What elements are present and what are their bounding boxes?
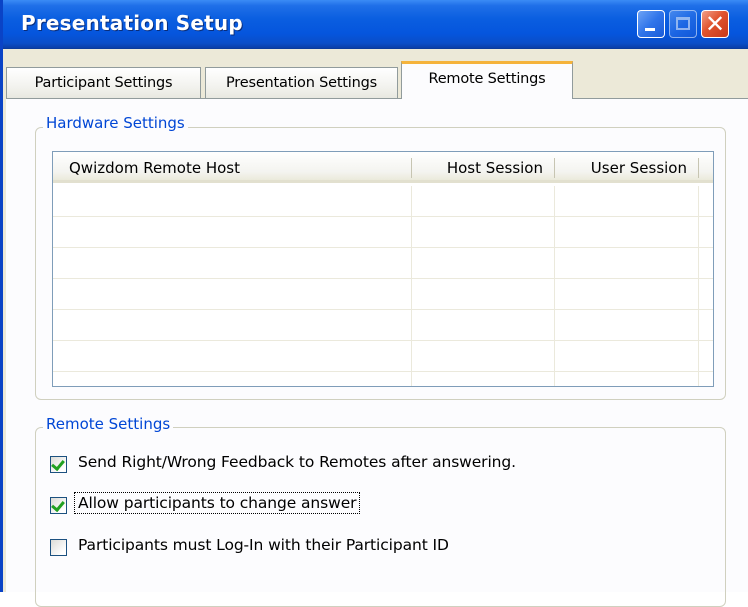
table-row — [53, 248, 713, 279]
table-cell — [53, 217, 412, 248]
checkmark-icon — [51, 456, 65, 472]
table-cell — [53, 372, 412, 386]
table-cell — [53, 310, 412, 341]
maximize-icon — [676, 17, 690, 30]
checkmark-icon — [51, 497, 65, 513]
send-feedback-label[interactable]: Send Right/Wrong Feedback to Remotes aft… — [78, 453, 516, 471]
table-row — [53, 341, 713, 372]
table-cell — [412, 341, 555, 372]
table-cell — [555, 341, 699, 372]
remote-host-list[interactable]: Qwizdom Remote Host Host Session User Se… — [52, 151, 714, 387]
table-cell — [555, 217, 699, 248]
send-feedback-checkbox[interactable] — [50, 456, 67, 473]
table-cell — [412, 279, 555, 310]
tab-strip: Participant Settings Presentation Settin… — [6, 61, 748, 99]
column-header-remote-host[interactable]: Qwizdom Remote Host — [53, 152, 412, 183]
table-cell — [53, 279, 412, 310]
require-login-label[interactable]: Participants must Log-In with their Part… — [78, 536, 449, 554]
table-cell — [555, 372, 699, 386]
minimize-icon — [645, 28, 655, 31]
column-header-label: User Session — [590, 159, 687, 177]
tab-presentation-settings[interactable]: Presentation Settings — [205, 67, 398, 98]
column-header-host-session[interactable]: Host Session — [412, 152, 555, 183]
list-header: Qwizdom Remote Host Host Session User Se… — [53, 152, 713, 186]
title-bar[interactable]: Presentation Setup ✕ — [3, 0, 748, 49]
column-header-label: Host Session — [446, 159, 543, 177]
close-icon: ✕ — [704, 10, 726, 38]
table-cell — [555, 279, 699, 310]
table-row — [53, 372, 713, 386]
table-cell — [555, 310, 699, 341]
column-header-filler — [699, 152, 713, 183]
table-cell — [555, 248, 699, 279]
column-header-label: Qwizdom Remote Host — [69, 159, 240, 177]
require-login-checkbox[interactable] — [50, 539, 67, 556]
hardware-settings-legend: Hardware Settings — [43, 114, 188, 132]
table-cell — [412, 186, 555, 217]
remote-settings-legend: Remote Settings — [43, 415, 174, 433]
allow-change-answer-label[interactable]: Allow participants to change answer — [73, 492, 361, 514]
minimize-button[interactable] — [637, 10, 665, 38]
window-title: Presentation Setup — [21, 11, 243, 35]
table-row — [53, 186, 713, 217]
table-row — [53, 310, 713, 341]
table-cell — [412, 248, 555, 279]
table-cell — [53, 248, 412, 279]
table-cell — [412, 372, 555, 386]
allow-change-answer-checkbox[interactable] — [50, 497, 67, 514]
table-cell — [53, 186, 412, 217]
table-cell — [53, 341, 412, 372]
column-header-user-session[interactable]: User Session — [555, 152, 699, 183]
list-body — [53, 186, 713, 386]
maximize-button — [669, 10, 697, 38]
table-cell — [555, 186, 699, 217]
table-cell — [412, 217, 555, 248]
close-button[interactable]: ✕ — [701, 10, 729, 38]
table-cell — [412, 310, 555, 341]
table-row — [53, 279, 713, 310]
table-row — [53, 217, 713, 248]
tab-participant-settings[interactable]: Participant Settings — [6, 67, 201, 98]
tab-remote-settings[interactable]: Remote Settings — [401, 61, 573, 99]
